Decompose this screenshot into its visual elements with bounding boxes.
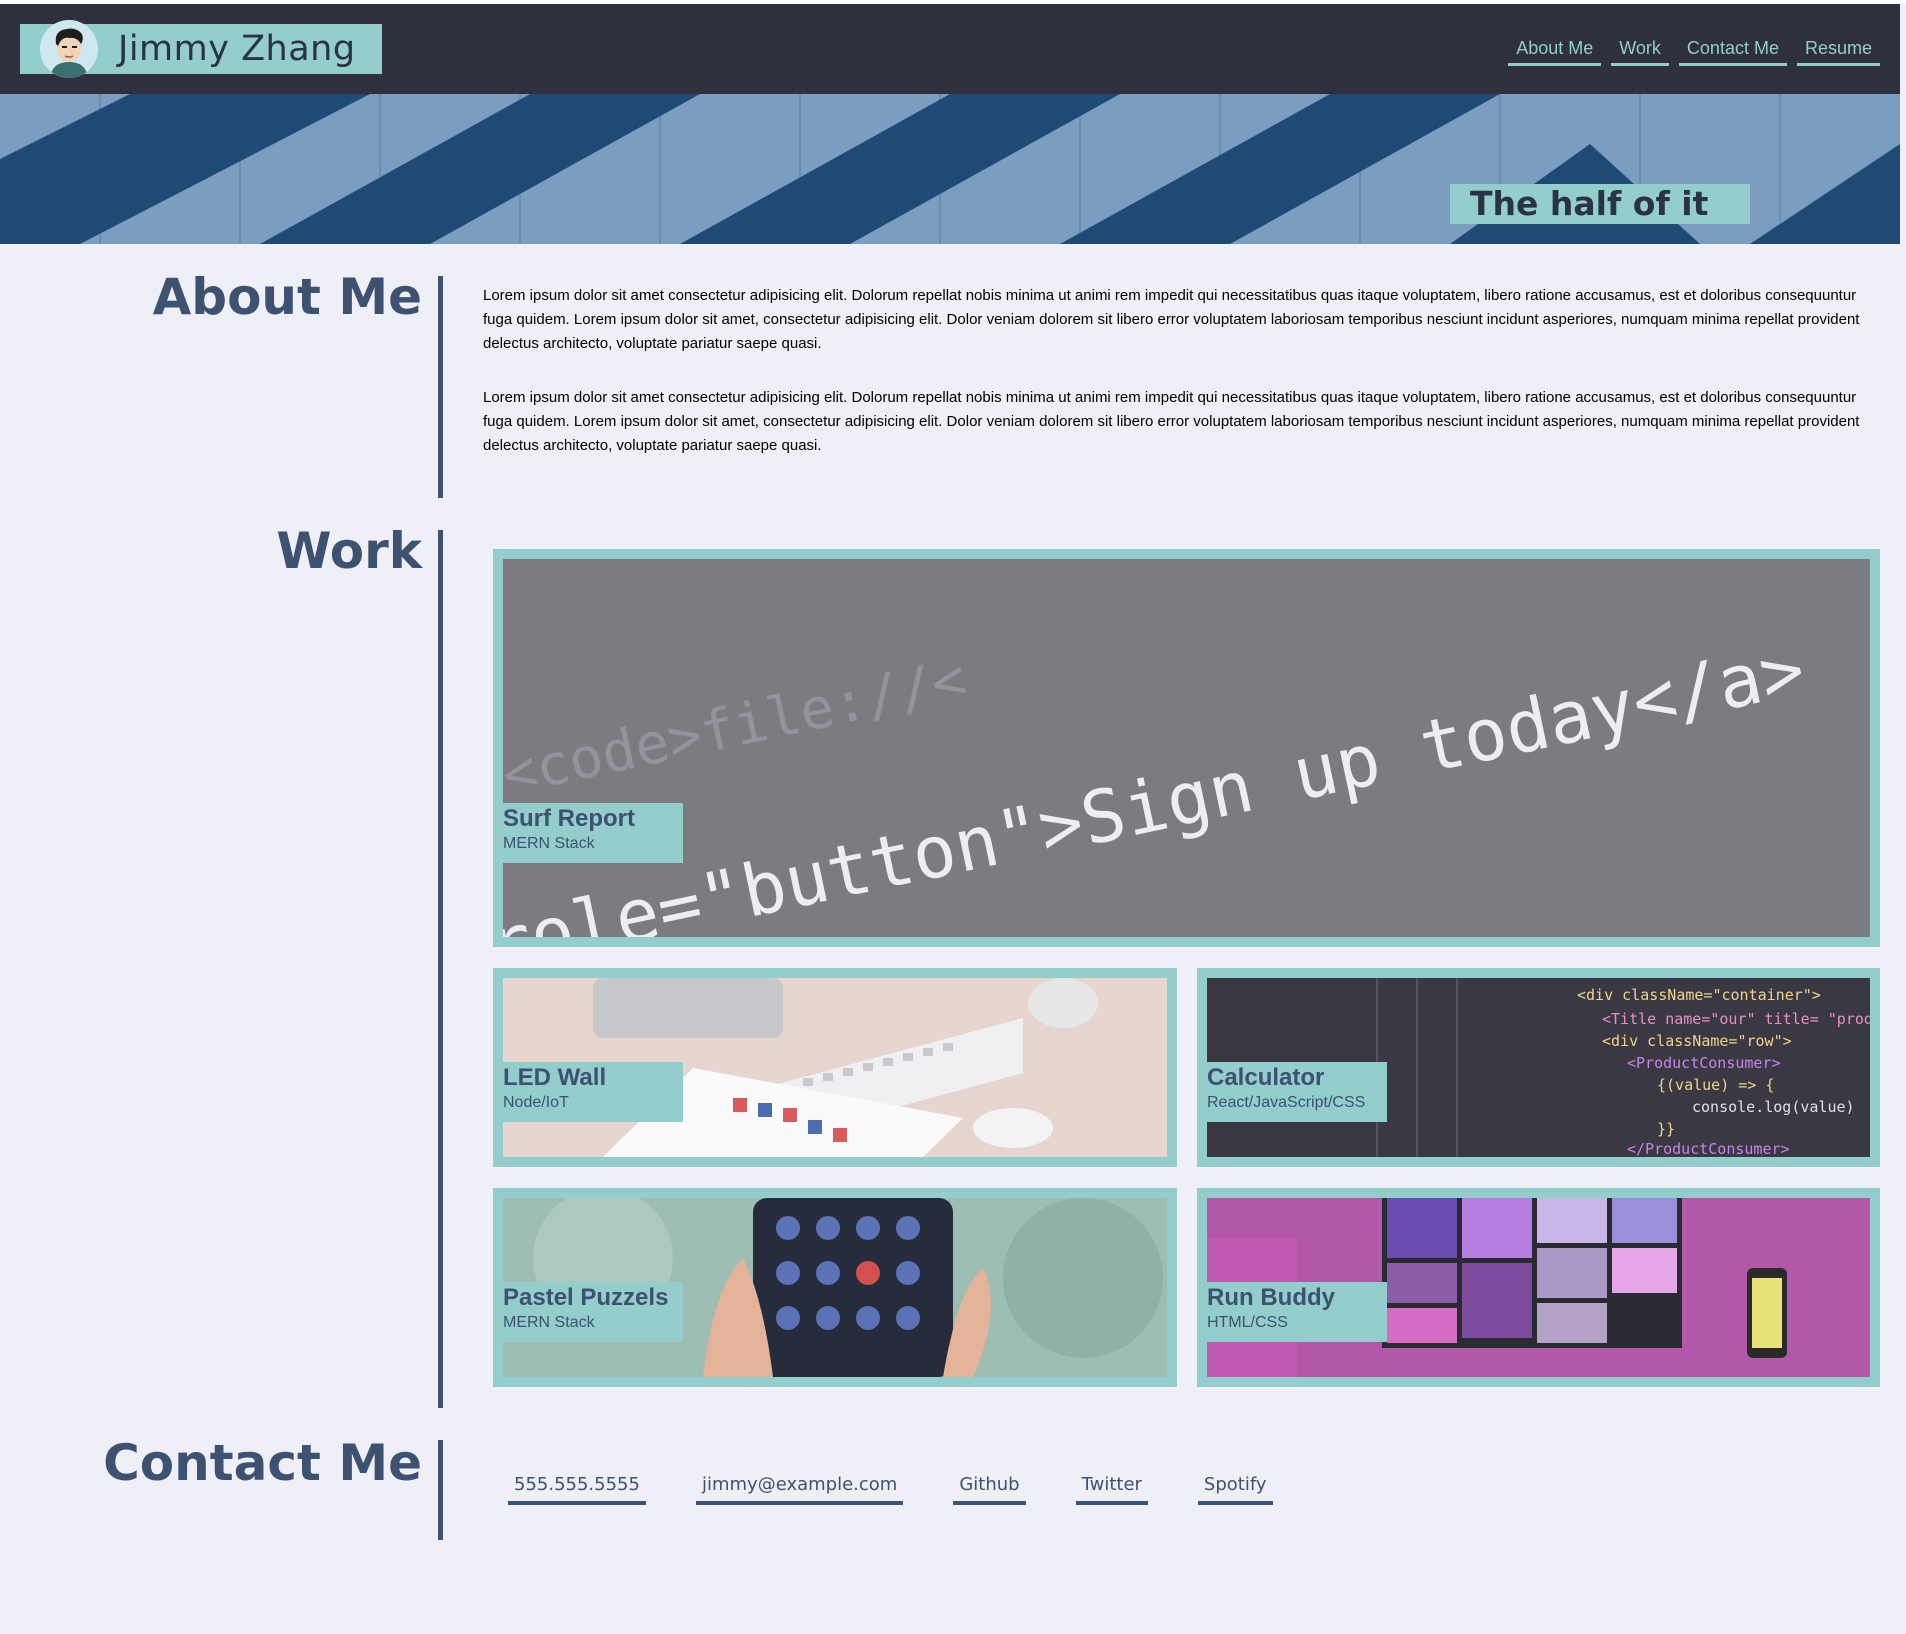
project-label: Calculator React/JavaScript/CSS bbox=[1207, 1062, 1387, 1122]
about-paragraph-1: Lorem ipsum dolor sit amet consectetur a… bbox=[483, 287, 1860, 352]
project-image: <div className="container"> <Title name=… bbox=[1207, 978, 1870, 1157]
site-header: Jimmy Zhang About Me Work Contact Me Res… bbox=[0, 4, 1900, 94]
brand-name: Jimmy Zhang bbox=[118, 29, 356, 69]
project-stack: React/JavaScript/CSS bbox=[1207, 1094, 1366, 1111]
svg-text:}}: }} bbox=[1657, 1120, 1675, 1138]
contact-phone-link[interactable]: 555.555.5555 bbox=[508, 1474, 646, 1505]
project-card-run-buddy[interactable]: Run Buddy HTML/CSS bbox=[1197, 1188, 1880, 1387]
project-label: Surf Report MERN Stack bbox=[503, 803, 683, 863]
project-label: Pastel Puzzels MERN Stack bbox=[503, 1282, 683, 1342]
contact-links: 555.555.5555 jimmy@example.com Github Tw… bbox=[508, 1474, 1323, 1505]
project-stack: MERN Stack bbox=[503, 1314, 595, 1331]
project-card-calculator[interactable]: <div className="container"> <Title name=… bbox=[1197, 968, 1880, 1167]
contact-twitter-link[interactable]: Twitter bbox=[1075, 1474, 1148, 1505]
svg-text:<div className="container">: <div className="container"> bbox=[1577, 986, 1821, 1004]
contact-divider bbox=[438, 1440, 443, 1540]
project-title: Calculator bbox=[1207, 1064, 1325, 1091]
svg-text:console.log(value): console.log(value) bbox=[1692, 1098, 1855, 1116]
project-title: Run Buddy bbox=[1207, 1284, 1335, 1311]
nav-about-me[interactable]: About Me bbox=[1508, 38, 1602, 66]
project-title: Surf Report bbox=[503, 805, 635, 832]
project-image: LED Wall Node/IoT bbox=[503, 978, 1167, 1157]
nav-resume[interactable]: Resume bbox=[1796, 38, 1880, 66]
project-stack: MERN Stack bbox=[503, 835, 595, 852]
project-image: Pastel Puzzels MERN Stack bbox=[503, 1198, 1167, 1377]
work-title: Work bbox=[276, 522, 422, 580]
contact-github-link[interactable]: Github bbox=[953, 1474, 1026, 1505]
project-label: LED Wall Node/IoT bbox=[503, 1062, 683, 1122]
nav-work[interactable]: Work bbox=[1611, 38, 1669, 66]
nav-contact-me[interactable]: Contact Me bbox=[1678, 38, 1787, 66]
project-card-pastel-puzzels[interactable]: Pastel Puzzels MERN Stack bbox=[493, 1188, 1177, 1387]
project-stack: HTML/CSS bbox=[1207, 1314, 1288, 1331]
svg-text:<ProductConsumer>: <ProductConsumer> bbox=[1627, 1054, 1781, 1072]
avatar bbox=[40, 20, 98, 78]
project-image: <code>file://< role="button">Sign up tod… bbox=[503, 559, 1870, 937]
brand-box[interactable]: Jimmy Zhang bbox=[20, 20, 382, 78]
svg-text:</ProductConsumer>: </ProductConsumer> bbox=[1627, 1140, 1790, 1157]
about-paragraph-2: Lorem ipsum dolor sit amet consectetur a… bbox=[483, 389, 1860, 454]
contact-title: Contact Me bbox=[103, 1434, 422, 1492]
svg-text:{(value) => {: {(value) => { bbox=[1657, 1076, 1774, 1094]
hero-banner: The half of it bbox=[0, 94, 1900, 244]
svg-text:<div className="row">: <div className="row"> bbox=[1602, 1032, 1792, 1050]
main-nav: About Me Work Contact Me Resume bbox=[1508, 38, 1880, 66]
project-stack: Node/IoT bbox=[503, 1094, 569, 1111]
hero-tagline: The half of it bbox=[1450, 184, 1750, 224]
project-label: Run Buddy HTML/CSS bbox=[1207, 1282, 1387, 1342]
about-title: About Me bbox=[152, 268, 422, 326]
contact-spotify-link[interactable]: Spotify bbox=[1197, 1474, 1273, 1505]
project-card-led-wall[interactable]: LED Wall Node/IoT bbox=[493, 968, 1177, 1167]
project-title: Pastel Puzzels bbox=[503, 1284, 669, 1311]
svg-text:<Title name="our" title= "prod: <Title name="our" title= "product bbox=[1602, 1010, 1870, 1028]
about-divider bbox=[438, 276, 443, 498]
work-divider bbox=[438, 530, 443, 1408]
contact-email-link[interactable]: jimmy@example.com bbox=[695, 1474, 904, 1505]
project-card-surf-report[interactable]: <code>file://< role="button">Sign up tod… bbox=[493, 549, 1880, 947]
project-image: Run Buddy HTML/CSS bbox=[1207, 1198, 1870, 1377]
project-title: LED Wall bbox=[503, 1064, 607, 1091]
